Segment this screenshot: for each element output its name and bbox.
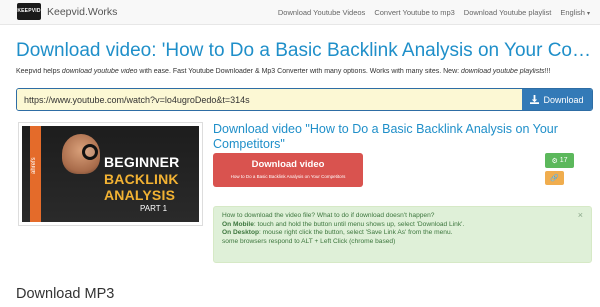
thumbnail-line-4: PART 1 [140,204,168,213]
desc-suffix: !!! [544,68,551,75]
link-button[interactable]: 🔗 [545,171,564,185]
gear-icon: ⚙ [551,157,558,165]
url-form: Download [16,88,593,111]
close-icon[interactable]: × [578,211,583,220]
help-alert: × How to download the video file? What t… [213,206,592,263]
nav-link-download-playlist[interactable]: Download Youtube playlist [464,8,552,17]
thumbnail-line-1: BEGINNER [104,154,180,170]
download-video-button-label: Download video [251,159,325,170]
download-video-button[interactable]: Download video How to Do a Basic Backlin… [213,153,363,187]
chevron-down-icon: ▾ [586,11,590,17]
section-title-mp3: Download MP3 [16,286,115,302]
language-label: English [560,8,585,17]
language-dropdown[interactable]: English ▾ [560,8,590,17]
help-desktop: On Desktop: mouse right click the button… [222,229,583,238]
link-icon: 🔗 [550,175,559,182]
page-description: Keepvid helps download youtube video wit… [16,68,591,75]
video-thumbnail[interactable]: ahrefs BEGINNER BACKLINK ANALYSIS PART 1 [18,122,203,226]
desc-emphasis-playlist[interactable]: download youtube playlists [461,68,545,75]
thumbnail-line-3: ANALYSIS [104,187,176,203]
thumbnail-line-2: BACKLINK [104,171,179,187]
magnifier-icon [82,144,98,160]
nav-links: Download Youtube Videos Convert Youtube … [278,8,590,17]
thumbnail-brand-strip [30,126,41,222]
thumbnail-image: ahrefs BEGINNER BACKLINK ANALYSIS PART 1 [22,126,199,222]
help-desktop-text: : mouse right click the button, select '… [259,229,453,236]
desc-emphasis-video: download youtube video [61,68,138,75]
nav-link-convert-mp3[interactable]: Convert Youtube to mp3 [374,8,454,17]
help-mobile: On Mobile: touch and hold the button unt… [222,221,583,230]
help-desktop-label: On Desktop [222,229,260,236]
help-mobile-text: : touch and hold the button until menu s… [253,220,465,228]
site-brand[interactable]: Keepvid.Works [47,6,117,18]
download-url-button-label: Download [543,94,584,105]
help-alt: some browsers respond to ALT + Left Clic… [222,237,396,245]
download-url-button[interactable]: Download [522,89,592,110]
options-count: 17 [559,157,568,164]
video-title: Download video "How to Do a Basic Backli… [213,122,558,151]
nav-link-download-videos[interactable]: Download Youtube Videos [278,8,365,17]
site-logo[interactable]: KEEPVID [17,3,41,20]
thumbnail-brand: ahrefs [31,157,37,174]
url-input[interactable] [17,89,522,110]
options-count-badge[interactable]: ⚙ 17 [545,153,574,168]
download-icon [530,95,540,104]
help-mobile-label: On Mobile [222,220,254,228]
top-navbar: KEEPVID Keepvid.Works Download Youtube V… [0,0,600,25]
desc-prefix: Keepvid helps [16,68,62,75]
download-video-button-sublabel: How to Do a Basic Backlink Analysis on Y… [230,174,346,179]
help-question: How to download the video file? What to … [222,212,435,219]
page-title: Download video: 'How to Do a Basic Backl… [16,40,591,61]
desc-middle: with ease. Fast Youtube Downloader & Mp3… [137,68,462,75]
